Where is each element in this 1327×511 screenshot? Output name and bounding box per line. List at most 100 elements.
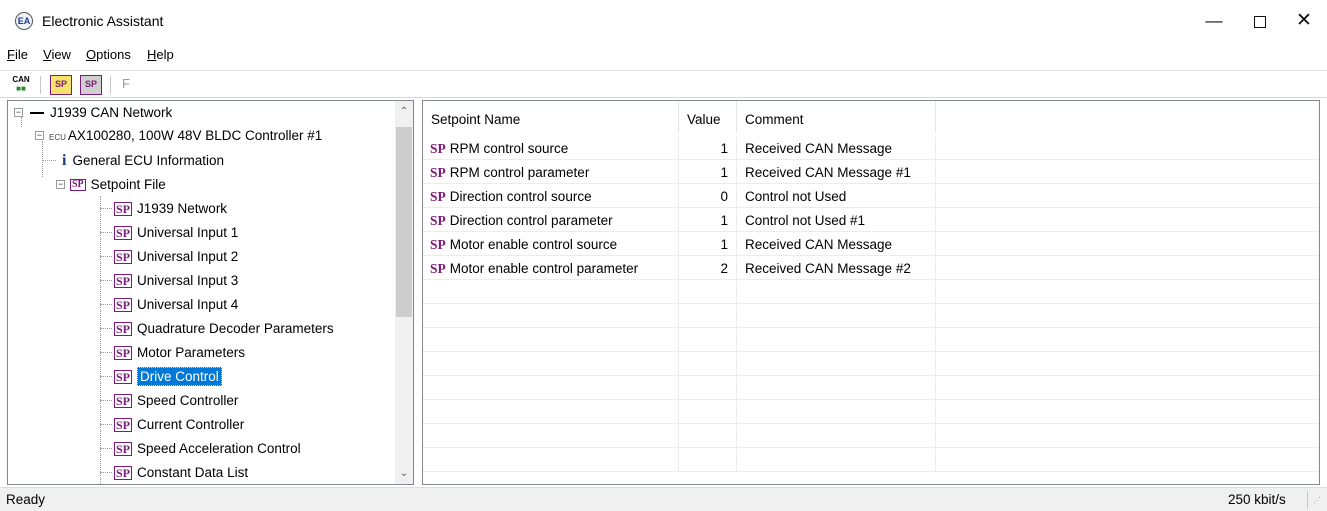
status-text: Ready xyxy=(6,492,46,507)
tree-item-universal-input-2[interactable]: SP Universal Input 2 xyxy=(100,245,238,268)
tree-item-constant-data-list[interactable]: SP Constant Data List xyxy=(100,461,248,484)
minimize-button[interactable]: — xyxy=(1191,0,1237,42)
empty-cell xyxy=(679,425,737,448)
table-row[interactable]: SP Motor enable control source 1 Received… xyxy=(423,233,1319,256)
collapse-icon[interactable]: − xyxy=(14,108,23,117)
menu-help[interactable]: Help xyxy=(147,47,174,62)
tree-node-label-selected: Drive Control xyxy=(137,367,222,386)
column-header-name[interactable]: Setpoint Name xyxy=(423,101,679,133)
setpoint-save-icon: SP xyxy=(84,79,97,89)
tree-item-speed-controller[interactable]: SP Speed Controller xyxy=(100,389,238,412)
ecu-tree-view[interactable]: − J1939 CAN Network − ECU AX100280, 100W … xyxy=(7,100,414,485)
setpoint-icon: SP xyxy=(114,202,133,217)
open-setpoint-file-button[interactable]: SP xyxy=(50,75,72,95)
column-header-value[interactable]: Value xyxy=(679,101,737,133)
setpoint-value[interactable]: 1 xyxy=(679,137,737,160)
tree-item-speed-acceleration[interactable]: SP Speed Acceleration Control xyxy=(100,437,301,460)
table-row[interactable]: SP Motor enable control parameter 2 Recei… xyxy=(423,257,1319,280)
menu-options[interactable]: Options xyxy=(86,47,131,62)
setpoint-comment: Control not Used xyxy=(737,185,936,208)
table-row[interactable]: SP Direction control source 0 Control not… xyxy=(423,185,1319,208)
tree-connector xyxy=(100,208,112,209)
tree-item-j1939-network[interactable]: SP J1939 Network xyxy=(100,197,227,220)
setpoint-name: Direction control parameter xyxy=(449,213,613,228)
tree-item-universal-input-4[interactable]: SP Universal Input 4 xyxy=(100,293,238,316)
tree-scrollbar[interactable]: ⌃ ⌄ xyxy=(395,101,413,484)
setpoint-comment: Received CAN Message xyxy=(737,137,936,160)
tree-node-network[interactable]: − J1939 CAN Network xyxy=(14,101,172,124)
tree-connector xyxy=(100,472,112,473)
empty-cell xyxy=(679,449,737,472)
empty-row xyxy=(423,449,1319,472)
empty-cell xyxy=(737,425,936,448)
tree-item-universal-input-1[interactable]: SP Universal Input 1 xyxy=(100,221,238,244)
empty-row xyxy=(423,377,1319,400)
collapse-icon[interactable]: − xyxy=(35,131,44,140)
menu-view[interactable]: View xyxy=(43,47,71,62)
close-button[interactable]: ✕ xyxy=(1281,0,1327,42)
setpoint-icon: SP xyxy=(114,418,133,433)
tree-node-label: Motor Parameters xyxy=(137,345,246,360)
setpoint-name-cell: SP Direction control parameter xyxy=(423,209,679,232)
empty-cell xyxy=(423,401,679,424)
setpoint-icon: SP xyxy=(114,442,133,457)
setpoint-value[interactable]: 2 xyxy=(679,257,737,280)
toolbar-separator xyxy=(110,76,111,94)
column-header-comment[interactable]: Comment xyxy=(737,101,936,133)
toolbar-separator xyxy=(40,76,41,94)
table-row[interactable]: SP Direction control parameter 1 Control … xyxy=(423,209,1319,232)
tree-connector xyxy=(100,424,112,425)
tree-node-label: Quadrature Decoder Parameters xyxy=(137,321,334,336)
tree-node-label: J1939 CAN Network xyxy=(50,105,173,120)
empty-cell xyxy=(423,329,679,352)
scrollbar-thumb[interactable] xyxy=(396,127,412,317)
tree-node-setpoint-file[interactable]: − SP Setpoint File xyxy=(56,173,166,196)
flash-button[interactable]: F xyxy=(122,76,130,91)
tree-connector xyxy=(100,352,112,353)
setpoint-name: Motor enable control parameter xyxy=(449,261,639,276)
setpoint-value[interactable]: 1 xyxy=(679,233,737,256)
app-logo-icon: EA xyxy=(15,12,33,30)
tree-item-universal-input-3[interactable]: SP Universal Input 3 xyxy=(100,269,238,292)
scroll-down-icon[interactable]: ⌄ xyxy=(395,465,413,483)
setpoint-icon: SP xyxy=(430,261,446,276)
setpoint-name: Motor enable control source xyxy=(449,237,618,252)
can-connect-button[interactable]: CAN ■■ xyxy=(10,75,32,95)
tree-connector xyxy=(42,160,56,161)
empty-cell xyxy=(423,305,679,328)
table-row[interactable]: SP RPM control parameter 1 Received CAN M… xyxy=(423,161,1319,184)
tree-item-drive-control[interactable]: SP Drive Control xyxy=(100,365,222,388)
tree-item-current-controller[interactable]: SP Current Controller xyxy=(100,413,244,436)
setpoint-value[interactable]: 1 xyxy=(679,209,737,232)
setpoint-comment: Received CAN Message #1 xyxy=(737,161,936,184)
empty-cell xyxy=(679,377,737,400)
save-setpoint-file-button[interactable]: SP xyxy=(80,75,102,95)
menu-options-mnemonic: O xyxy=(86,47,97,62)
setpoint-value[interactable]: 1 xyxy=(679,161,737,184)
network-icon xyxy=(30,112,44,115)
tree-node-ecu[interactable]: − ECU AX100280, 100W 48V BLDC Controller … xyxy=(35,124,322,147)
window-title: Electronic Assistant xyxy=(42,13,164,29)
setpoint-name-cell: SP Motor enable control parameter xyxy=(423,257,679,280)
maximize-button[interactable] xyxy=(1237,0,1283,42)
tree-connector xyxy=(100,328,112,329)
setpoint-comment: Received CAN Message #2 xyxy=(737,257,936,280)
menu-file[interactable]: File xyxy=(7,47,28,62)
table-row[interactable]: SP RPM control source 1 Received CAN Mess… xyxy=(423,137,1319,160)
setpoint-value[interactable]: 0 xyxy=(679,185,737,208)
empty-cell xyxy=(737,377,936,400)
setpoint-grid[interactable]: Setpoint Name Value Comment SP RPM contro… xyxy=(422,100,1320,485)
tree-node-label: J1939 Network xyxy=(137,201,228,216)
setpoint-icon: SP xyxy=(114,322,133,337)
tree-node-label: Setpoint File xyxy=(90,177,166,192)
grid-header: Setpoint Name Value Comment xyxy=(423,101,1319,133)
tree-node-general-info[interactable]: i General ECU Information xyxy=(42,149,224,172)
setpoint-name: RPM control source xyxy=(449,141,569,156)
empty-cell xyxy=(679,401,737,424)
resize-grip-icon[interactable]: ⋰ xyxy=(1313,496,1321,505)
tree-item-quadrature-decoder[interactable]: SP Quadrature Decoder Parameters xyxy=(100,317,334,340)
collapse-icon[interactable]: − xyxy=(56,180,65,189)
empty-row xyxy=(423,401,1319,424)
tree-item-motor-parameters[interactable]: SP Motor Parameters xyxy=(100,341,245,364)
scroll-up-icon[interactable]: ⌃ xyxy=(395,103,413,121)
